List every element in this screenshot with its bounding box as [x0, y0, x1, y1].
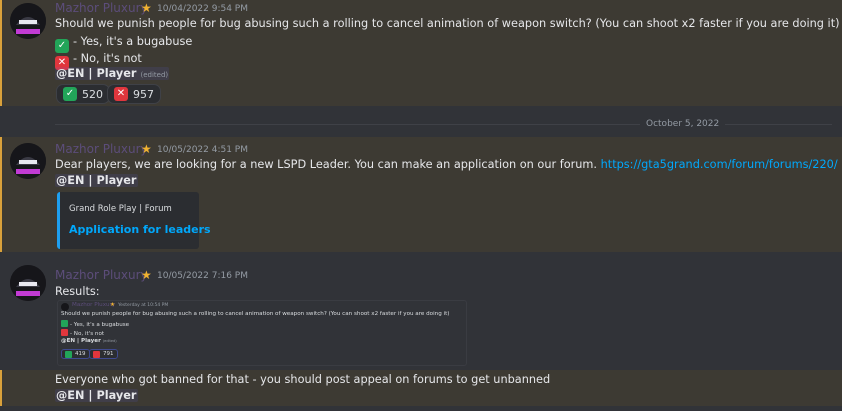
attached-image[interactable]: Mazhor Pluxury ★ Yesterday at 10:54 PM S… — [57, 300, 467, 366]
check-icon — [61, 320, 68, 327]
message-4: Everyone who got banned for that - you s… — [0, 370, 842, 406]
author-name[interactable]: Mazhor Pluxury — [55, 142, 148, 156]
star-icon: ★ — [141, 1, 152, 15]
timestamp: 10/04/2022 9:54 PM — [157, 4, 248, 14]
shot-timestamp: Yesterday at 10:54 PM — [118, 303, 169, 308]
forum-link[interactable]: https://gta5grand.com/forum/forums/220/ — [601, 158, 838, 171]
link-embed: Grand Role Play | Forum Application for … — [57, 192, 211, 249]
shot-option-no: - No, it's not — [61, 329, 104, 337]
message-text: Should we punish people for bug abusing … — [55, 17, 840, 30]
avatar[interactable] — [10, 265, 46, 301]
star-icon: ★ — [110, 302, 116, 308]
check-icon: ✓ — [63, 87, 77, 101]
check-icon: ✓ — [55, 39, 69, 53]
shot-text: Should we punish people for bug abusing … — [61, 311, 450, 317]
avatar — [61, 303, 69, 311]
reaction-no[interactable]: ✕ 957 — [107, 84, 161, 104]
role-mention[interactable]: @EN | Player — [55, 389, 138, 402]
cross-icon — [61, 329, 68, 336]
shot-mention: @EN | Player (edited) — [61, 338, 117, 344]
shot-reaction-yes: 419 — [61, 349, 90, 359]
embed-provider: Grand Role Play | Forum — [69, 204, 172, 214]
timestamp: 10/05/2022 7:16 PM — [157, 271, 248, 281]
shot-option-yes: - Yes, it's a bugabuse — [61, 320, 129, 328]
role-mention[interactable]: @EN | Player — [55, 174, 138, 187]
reaction-yes[interactable]: ✓ 520 — [56, 84, 110, 104]
shot-author: Mazhor Pluxury — [72, 302, 116, 308]
message-text: Everyone who got banned for that - you s… — [55, 373, 551, 386]
message-text: Dear players, we are looking for a new L… — [55, 158, 838, 171]
star-icon: ★ — [141, 268, 152, 282]
avatar[interactable] — [10, 3, 46, 39]
author-name[interactable]: Mazhor Pluxury — [55, 268, 148, 282]
message-text: Results: — [55, 285, 100, 298]
edited-tag: (edited) — [140, 71, 169, 79]
message-1: Mazhor Pluxury ★ 10/04/2022 9:54 PM Shou… — [0, 0, 842, 106]
check-icon — [65, 350, 72, 358]
embed-title[interactable]: Application for leaders — [69, 223, 211, 236]
date-divider-label: October 5, 2022 — [640, 119, 726, 129]
avatar[interactable] — [10, 143, 46, 179]
star-icon: ★ — [141, 142, 152, 156]
cross-icon: ✕ — [114, 87, 128, 101]
shot-reaction-no: 791 — [89, 349, 118, 359]
cross-icon — [93, 350, 100, 358]
author-name[interactable]: Mazhor Pluxury — [55, 1, 148, 15]
option-yes: ✓ - Yes, it's a bugabuse — [55, 35, 192, 53]
timestamp: 10/05/2022 4:51 PM — [157, 145, 248, 155]
role-mention[interactable]: @EN | Player (edited) — [55, 67, 170, 80]
